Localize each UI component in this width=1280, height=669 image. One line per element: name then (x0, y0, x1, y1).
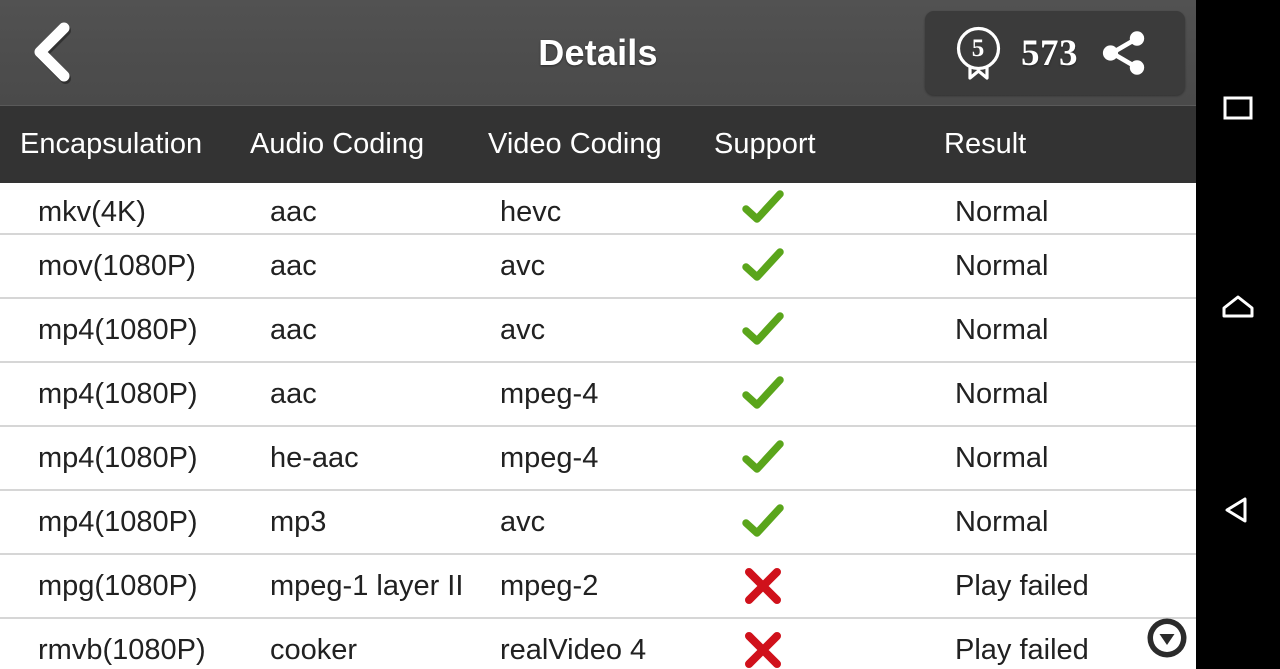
medal-level-number: 5 (971, 35, 985, 62)
check-icon (742, 504, 784, 537)
cell-result: Normal (955, 196, 1049, 228)
check-icon (742, 248, 784, 281)
cell-encapsulation: mkv(4K) (38, 196, 146, 228)
screen: Details 5 573 Encapsulation Audio Coding… (0, 0, 1280, 669)
cell-video-coding: mpeg-4 (500, 441, 599, 474)
cell-support (740, 183, 786, 233)
cell-video-coding: realVideo 4 (500, 633, 647, 666)
cell-video-coding: hevc (500, 196, 562, 228)
cell-support (740, 619, 786, 669)
table-row[interactable]: mp4(1080P) aac mpeg-4 Normal (0, 363, 1196, 427)
top-action-bar: Details 5 573 (0, 0, 1196, 105)
check-icon (742, 376, 784, 409)
scroll-to-bottom-button[interactable] (1146, 617, 1188, 659)
cell-encapsulation: mp4(1080P) (38, 313, 198, 346)
check-icon (742, 440, 784, 473)
cell-result: Normal (955, 441, 1049, 474)
cell-result: Normal (955, 505, 1049, 538)
arrow-down-circle-icon (1147, 618, 1187, 658)
column-header-support: Support (714, 128, 816, 160)
cell-result: Play failed (955, 633, 1089, 666)
cell-encapsulation: rmvb(1080P) (38, 633, 206, 666)
score-value: 573 (1021, 32, 1078, 74)
table-row[interactable]: mp4(1080P) mp3 avc Normal (0, 491, 1196, 555)
cell-audio-coding: mp3 (270, 505, 327, 538)
cell-support (740, 555, 786, 617)
back-triangle-icon (1225, 497, 1247, 523)
cell-encapsulation: mpg(1080P) (38, 569, 198, 602)
table-row[interactable]: mkv(4K) aac hevc Normal (0, 183, 1196, 235)
cell-result: Normal (955, 377, 1049, 410)
home-icon (1222, 295, 1254, 318)
cell-audio-coding: aac (270, 249, 317, 282)
nav-back-button[interactable] (1196, 468, 1280, 552)
cell-audio-coding: cooker (270, 633, 358, 666)
app-content: Details 5 573 Encapsulation Audio Coding… (0, 0, 1196, 669)
cell-audio-coding: aac (270, 377, 317, 410)
cell-result: Normal (955, 313, 1049, 346)
cell-result: Normal (955, 249, 1049, 282)
table-row[interactable]: mov(1080P) aac avc Normal (0, 235, 1196, 299)
cell-support (740, 299, 786, 361)
square-recents-icon (1223, 96, 1253, 120)
score-share-panel[interactable]: 5 573 (925, 11, 1185, 95)
column-header-audio-coding: Audio Coding (250, 128, 425, 160)
medal-award-icon: 5 (955, 25, 1007, 81)
android-navigation-bar (1196, 0, 1280, 669)
table-row[interactable]: mp4(1080P) he-aac mpeg-4 Normal (0, 427, 1196, 491)
cell-encapsulation: mp4(1080P) (38, 505, 198, 538)
cell-support (740, 491, 786, 553)
share-icon (1102, 31, 1145, 75)
cell-encapsulation: mov(1080P) (38, 249, 196, 282)
cell-video-coding: avc (500, 249, 546, 282)
cell-support (740, 235, 786, 297)
column-header-result: Result (944, 128, 1027, 160)
cross-icon (745, 632, 781, 668)
cell-audio-coding: mpeg-1 layer II (270, 569, 464, 602)
cross-icon (745, 568, 781, 604)
column-header-encapsulation: Encapsulation (20, 128, 203, 160)
cell-support (740, 427, 786, 489)
codec-support-table[interactable]: mkv(4K) aac hevc Normal mov(1080P) aac avc Norm… (0, 183, 1196, 669)
cell-audio-coding: aac (270, 196, 317, 228)
table-row[interactable]: mp4(1080P) aac avc Normal (0, 299, 1196, 363)
check-icon (742, 312, 784, 345)
table-row[interactable]: mpg(1080P) mpeg-1 layer II mpeg-2 Play fail… (0, 555, 1196, 619)
column-header-video-coding: Video Coding (488, 128, 662, 160)
share-button[interactable] (1098, 27, 1150, 79)
table-row[interactable]: rmvb(1080P) cooker realVideo 4 Play failed (0, 619, 1196, 669)
cell-video-coding: mpeg-2 (500, 569, 599, 602)
check-icon (742, 190, 784, 223)
nav-recents-button[interactable] (1196, 66, 1280, 150)
cell-video-coding: avc (500, 505, 546, 538)
cell-audio-coding: aac (270, 313, 317, 346)
cell-support (740, 363, 786, 425)
cell-encapsulation: mp4(1080P) (38, 441, 198, 474)
cell-video-coding: avc (500, 313, 546, 346)
cell-result: Play failed (955, 569, 1089, 602)
cell-video-coding: mpeg-4 (500, 377, 599, 410)
cell-audio-coding: he-aac (270, 441, 359, 474)
table-column-header: Encapsulation Audio Coding Video Coding … (0, 105, 1196, 183)
cell-encapsulation: mp4(1080P) (38, 377, 198, 410)
nav-home-button[interactable] (1196, 268, 1280, 352)
